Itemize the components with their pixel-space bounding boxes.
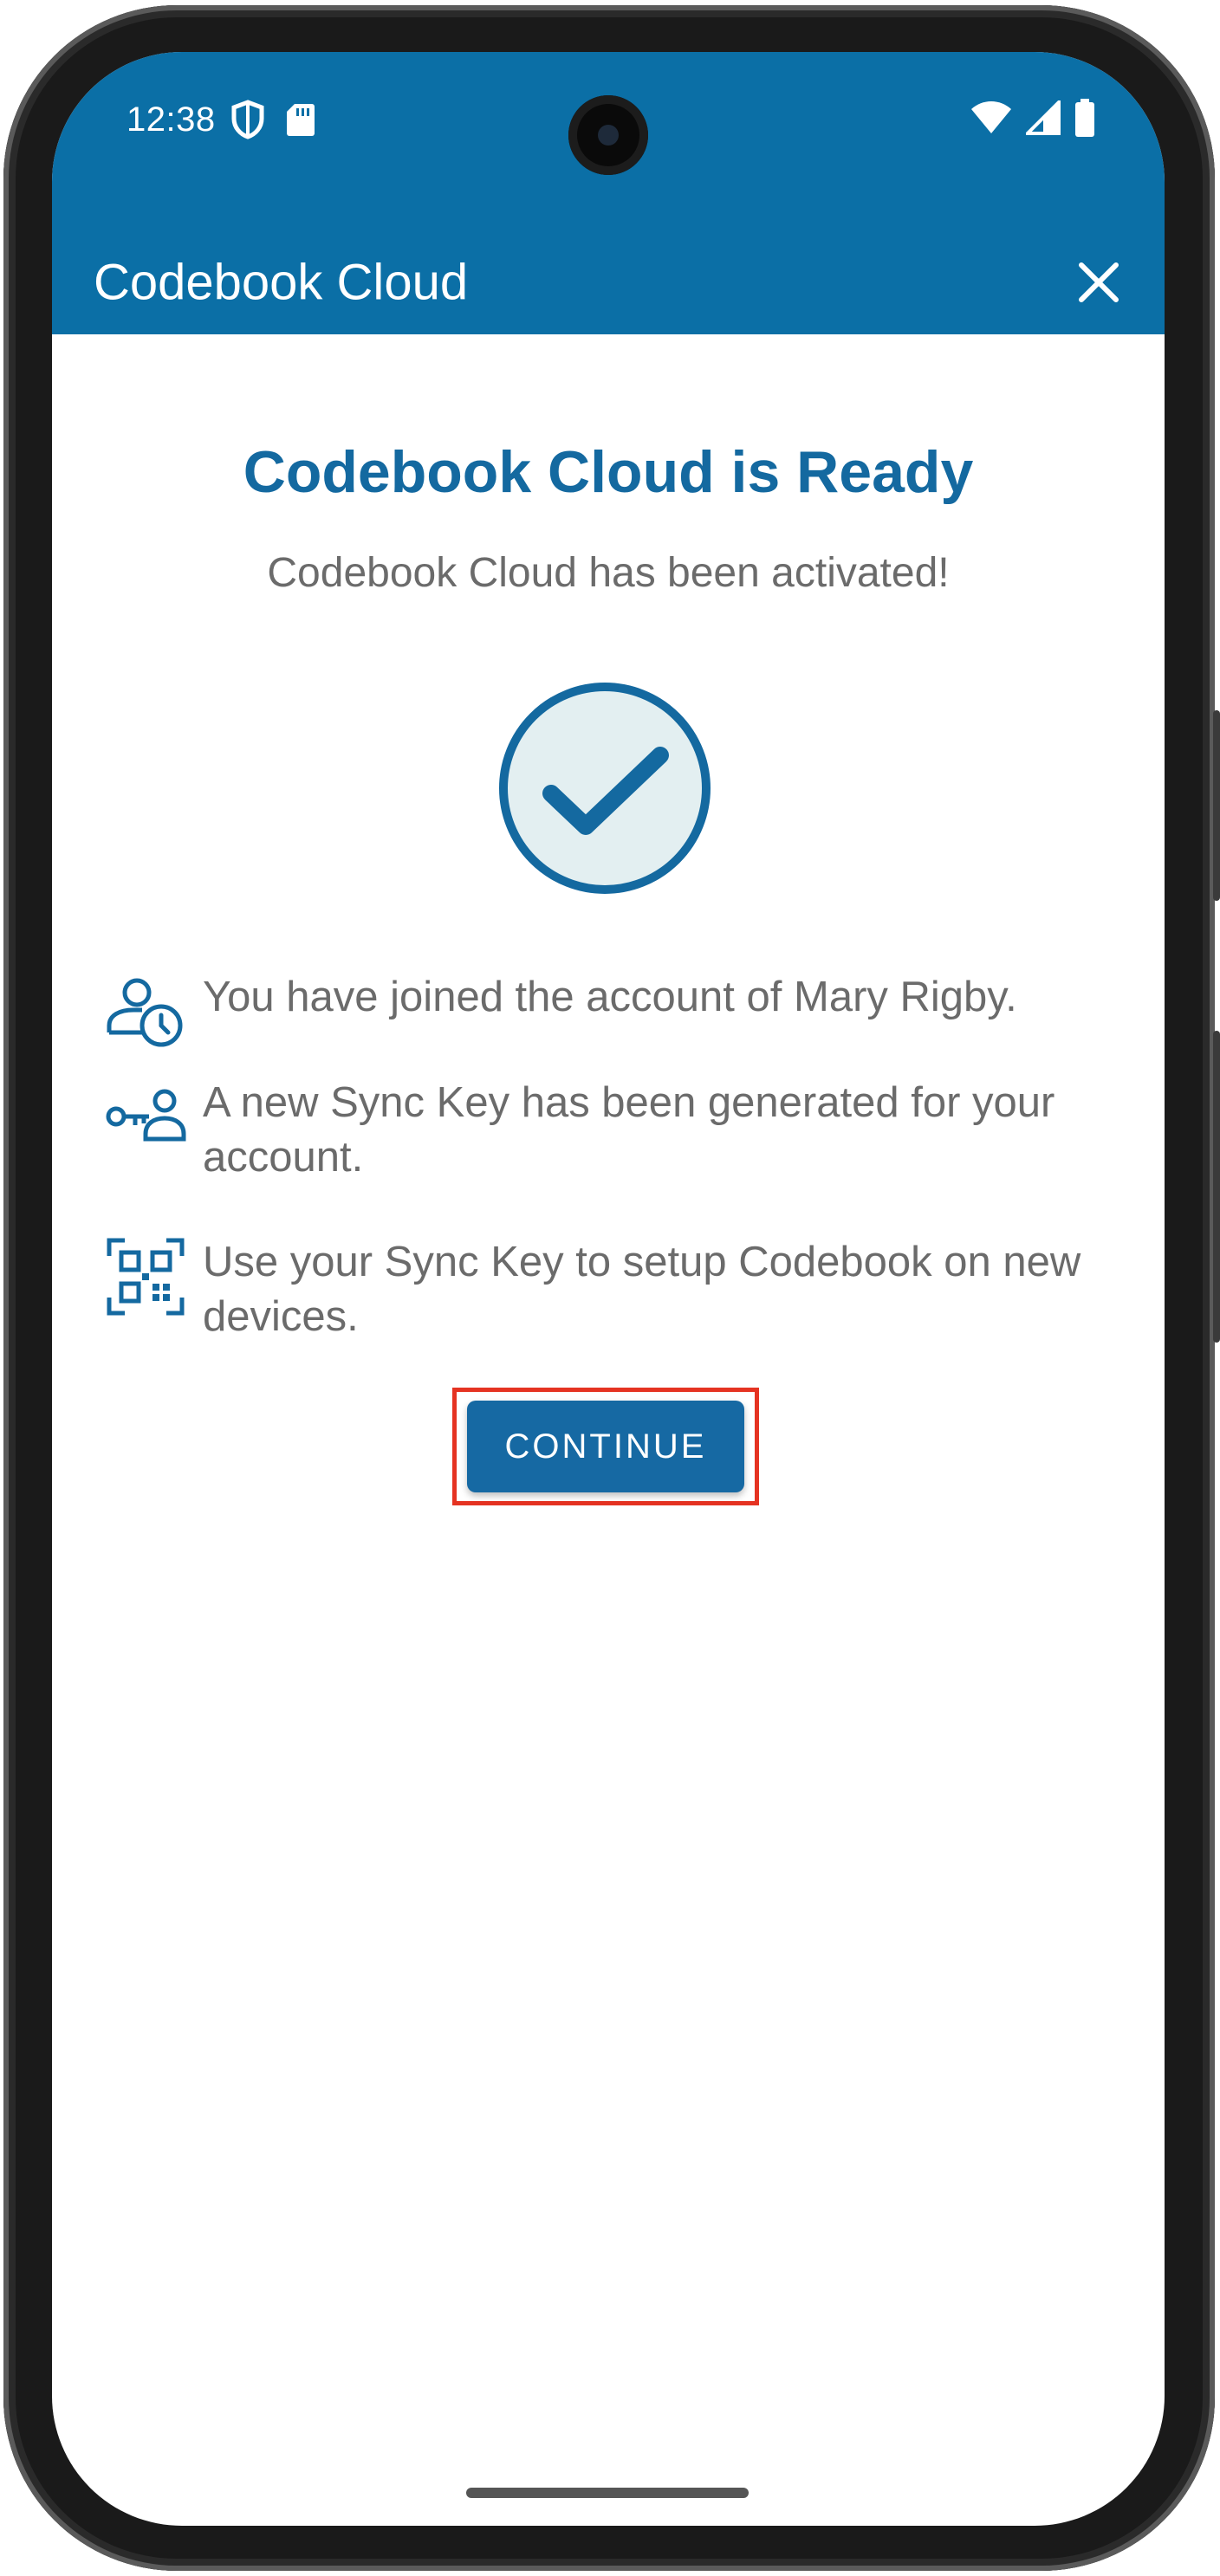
qr-code-icon (101, 1232, 191, 1322)
success-check-icon (499, 683, 711, 894)
info-row-joined: You have joined the account of Mary Rigb… (101, 967, 1123, 1057)
info-row-sync-key: A new Sync Key has been generated for yo… (101, 1072, 1123, 1185)
signal-icon (1023, 97, 1061, 139)
power-button (1213, 1031, 1220, 1343)
info-row-setup: Use your Sync Key to setup Codebook on n… (101, 1232, 1123, 1344)
continue-button[interactable]: CONTINUE (467, 1401, 744, 1492)
app-bar: Codebook Cloud (52, 191, 1165, 334)
user-clock-icon (101, 967, 191, 1057)
page-subtitle: Codebook Cloud has been activated! (267, 550, 950, 596)
status-time: 12:38 (127, 100, 216, 139)
page-title: Codebook Cloud is Ready (243, 439, 974, 505)
status-right-icons (970, 97, 1095, 142)
wifi-icon (970, 100, 1012, 139)
volume-button (1213, 710, 1220, 901)
camera-lens (598, 125, 619, 146)
continue-highlight: CONTINUE (452, 1388, 759, 1505)
screen: 12:38 Codebook Cloud Codebook Cloud is R… (52, 52, 1165, 2526)
close-icon (1079, 262, 1119, 302)
app-title: Codebook Cloud (94, 254, 469, 311)
close-button[interactable] (1068, 251, 1130, 314)
battery-icon (1074, 98, 1095, 141)
status-bar: 12:38 (52, 52, 1165, 191)
front-camera (568, 95, 648, 175)
home-indicator[interactable] (466, 2488, 749, 2498)
info-text-joined: You have joined the account of Mary Rigb… (203, 974, 1017, 1020)
info-text-sync-key: A new Sync Key has been generated for yo… (203, 1079, 1055, 1181)
info-text-setup: Use your Sync Key to setup Codebook on n… (203, 1239, 1081, 1340)
status-left-icons (230, 99, 315, 144)
phone-frame: 12:38 Codebook Cloud Codebook Cloud is R… (0, 0, 1220, 2576)
shield-icon (230, 99, 265, 144)
key-user-icon (101, 1072, 191, 1162)
sd-card-icon (286, 102, 315, 141)
